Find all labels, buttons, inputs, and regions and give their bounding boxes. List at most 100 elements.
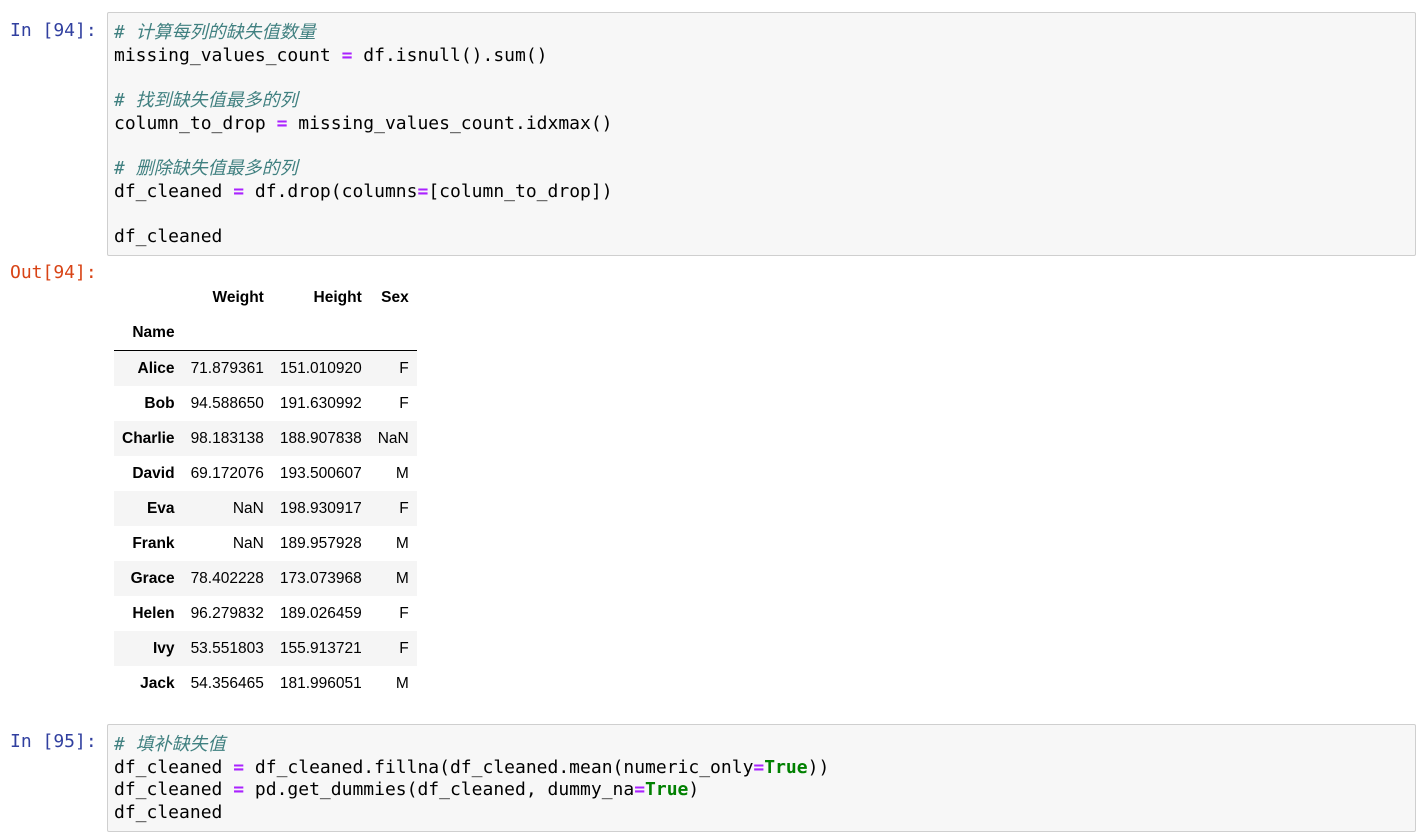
code-line: column_to_drop = missing_values_count.id… xyxy=(114,113,1409,136)
dataframe-output: Weight Height Sex Name Alice 71.879361 151… xyxy=(114,280,417,701)
row-index: Bob xyxy=(144,394,175,412)
input-prompt-95: In [95]: xyxy=(10,731,97,752)
cell-sex: M xyxy=(395,569,409,587)
row-index: Eva xyxy=(146,499,175,517)
cell-weight: NaN xyxy=(232,499,264,517)
table-row: Frank NaN 189.957928 M xyxy=(114,526,417,561)
cell-weight: NaN xyxy=(232,534,264,552)
cell-weight: 71.879361 xyxy=(190,359,264,377)
table-index-header-row: Name xyxy=(114,315,417,351)
code-line: # 找到缺失值最多的列 xyxy=(114,90,1409,113)
table-row: Eva NaN 198.930917 F xyxy=(114,491,417,526)
code-line: df_cleaned xyxy=(114,802,1409,825)
row-index: Ivy xyxy=(153,639,175,657)
row-index: Jack xyxy=(140,674,175,692)
code-operator: = xyxy=(341,44,353,66)
code-line: df_cleaned xyxy=(114,226,1409,249)
code-line: df_cleaned = pd.get_dummies(df_cleaned, … xyxy=(114,779,1409,802)
code-comment: # 删除缺失值最多的列 xyxy=(114,158,298,180)
column-header: Height xyxy=(313,288,362,306)
code-line: missing_values_count = df.isnull().sum() xyxy=(114,45,1409,68)
code-token: df_cleaned.fillna(df_cleaned.mean(numeri… xyxy=(254,756,754,778)
cell-height: 198.930917 xyxy=(279,499,362,517)
table-row: Charlie 98.183138 188.907838 NaN xyxy=(114,421,417,456)
code-token: [column_to_drop]) xyxy=(428,180,613,202)
code-operator: = xyxy=(233,779,245,801)
code-operator: = xyxy=(634,779,646,801)
code-operator: = xyxy=(417,180,429,202)
row-index: David xyxy=(132,464,175,482)
code-line: # 填补缺失值 xyxy=(114,734,1409,757)
cell-sex: F xyxy=(399,359,409,377)
cell-weight: 78.402228 xyxy=(190,569,264,587)
code-line: # 计算每列的缺失值数量 xyxy=(114,22,1409,45)
code-line: df_cleaned = df_cleaned.fillna(df_cleane… xyxy=(114,757,1409,780)
code-token: df_cleaned xyxy=(114,226,223,248)
input-prompt-94: In [94]: xyxy=(10,20,97,41)
cell-height: 189.957928 xyxy=(279,534,362,552)
cell-height: 188.907838 xyxy=(279,429,362,447)
row-index: Alice xyxy=(137,359,175,377)
code-cell-94[interactable]: # 计算每列的缺失值数量 missing_values_count = df.i… xyxy=(107,12,1416,256)
table-row: Ivy 53.551803 155.913721 F xyxy=(114,631,417,666)
row-index: Charlie xyxy=(122,429,175,447)
cell-sex: F xyxy=(399,499,409,517)
row-index: Frank xyxy=(132,534,175,552)
row-index: Grace xyxy=(130,569,175,587)
code-operator: = xyxy=(753,756,765,778)
cell-height: 155.913721 xyxy=(279,639,362,657)
cell-sex: NaN xyxy=(377,429,409,447)
header-blank xyxy=(369,315,417,351)
code-comment: # 计算每列的缺失值数量 xyxy=(114,22,316,43)
cell-weight: 94.588650 xyxy=(190,394,264,412)
header-blank xyxy=(271,315,370,351)
code-token: )) xyxy=(807,756,830,778)
code-cell-95[interactable]: # 填补缺失值 df_cleaned = df_cleaned.fillna(d… xyxy=(107,724,1416,832)
table-row: David 69.172076 193.500607 M xyxy=(114,456,417,491)
cell-sex: M xyxy=(395,534,409,552)
cell-sex: M xyxy=(395,674,409,692)
cell-weight: 69.172076 xyxy=(190,464,264,482)
column-header: Sex xyxy=(381,288,409,306)
cell-height: 193.500607 xyxy=(279,464,362,482)
table-row: Grace 78.402228 173.073968 M xyxy=(114,561,417,596)
cell-height: 189.026459 xyxy=(279,604,362,622)
code-operator: = xyxy=(233,756,245,778)
code-token: df.isnull().sum() xyxy=(363,44,548,66)
output-prompt-94: Out[94]: xyxy=(10,262,97,283)
code-token: pd.get_dummies(df_cleaned, dummy_na xyxy=(254,779,635,801)
dataframe-table: Weight Height Sex Name Alice 71.879361 151… xyxy=(114,280,417,701)
code-comment: # 填补缺失值 xyxy=(114,734,226,755)
cell-weight: 98.183138 xyxy=(190,429,264,447)
cell-weight: 53.551803 xyxy=(190,639,264,657)
code-line: # 删除缺失值最多的列 xyxy=(114,158,1409,181)
code-token: df_cleaned xyxy=(114,756,223,778)
cell-weight: 54.356465 xyxy=(190,674,264,692)
code-token: df.drop(columns xyxy=(254,180,418,202)
header-blank xyxy=(114,280,183,315)
code-token: missing_values_count xyxy=(114,44,331,66)
code-keyword: True xyxy=(645,779,689,801)
row-index: Helen xyxy=(132,604,175,622)
cell-weight: 96.279832 xyxy=(190,604,264,622)
code-comment: # 找到缺失值最多的列 xyxy=(114,90,298,112)
code-token: df_cleaned xyxy=(114,180,223,202)
code-token: df_cleaned xyxy=(114,802,223,824)
cell-sex: F xyxy=(399,604,409,622)
table-row: Bob 94.588650 191.630992 F xyxy=(114,386,417,421)
code-token: missing_values_count.idxmax() xyxy=(298,112,613,134)
cell-height: 173.073968 xyxy=(279,569,362,587)
code-token: column_to_drop xyxy=(114,112,266,134)
cell-sex: F xyxy=(399,394,409,412)
code-keyword: True xyxy=(764,756,808,778)
column-header: Weight xyxy=(212,288,264,306)
code-token: df_cleaned xyxy=(114,779,223,801)
table-header-row: Weight Height Sex xyxy=(114,280,417,315)
index-name-header: Name xyxy=(114,315,183,351)
code-token: ) xyxy=(688,779,700,801)
code-operator: = xyxy=(276,112,288,134)
cell-height: 191.630992 xyxy=(279,394,362,412)
